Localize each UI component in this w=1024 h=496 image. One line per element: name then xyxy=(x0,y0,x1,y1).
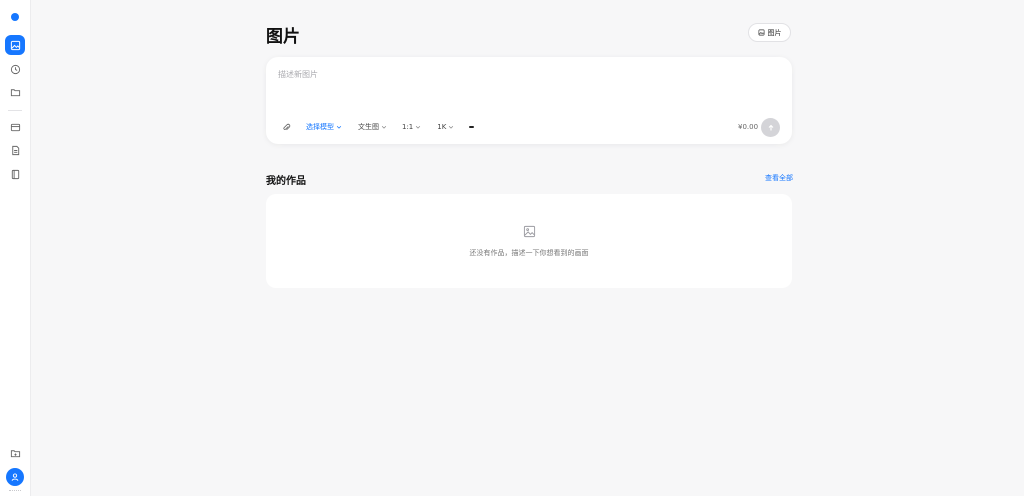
book-icon xyxy=(11,169,19,179)
page-title: 图片 xyxy=(266,27,300,47)
sidebar-item-card[interactable] xyxy=(5,117,25,137)
composer-toolbar: 选择模型 文生图 1:1 1K xyxy=(278,119,475,135)
chevron-down-icon xyxy=(381,125,387,129)
model-select-label: 选择模型 xyxy=(306,123,334,131)
sidebar-item-files[interactable] xyxy=(5,443,25,463)
image-mode-button[interactable]: 图片 xyxy=(748,23,791,42)
resolution-select[interactable]: 1K xyxy=(437,123,454,131)
user-icon xyxy=(11,473,19,481)
sidebar-item-document[interactable] xyxy=(5,140,25,160)
arrow-up-icon xyxy=(768,124,773,130)
clock-icon xyxy=(10,64,20,74)
view-all-link[interactable]: 查看全部 xyxy=(765,173,793,183)
price-label: ¥0.00 xyxy=(738,123,759,131)
sidebar-item-book[interactable] xyxy=(5,164,25,184)
sidebar-item-image[interactable] xyxy=(5,35,25,55)
sidebar-divider xyxy=(8,110,22,111)
sidebar-item-folder[interactable] xyxy=(5,82,25,102)
chevron-down-icon xyxy=(336,125,342,129)
image-mode-label: 图片 xyxy=(767,28,782,37)
empty-state-text: 还没有作品，描述一下你想看到的画面 xyxy=(469,249,589,257)
ratio-select[interactable]: 1:1 xyxy=(402,123,421,131)
works-title: 我的作品 xyxy=(266,176,306,187)
chevron-down-icon xyxy=(416,125,421,129)
model-select[interactable]: 选择模型 xyxy=(306,122,342,132)
image-icon xyxy=(758,29,764,36)
image-icon xyxy=(10,40,20,50)
mode-select-label: 文生图 xyxy=(358,123,379,131)
works-empty-state: 还没有作品，描述一下你想看到的画面 xyxy=(266,194,792,288)
send-button[interactable] xyxy=(761,118,780,137)
ratio-select-label: 1:1 xyxy=(402,123,414,131)
image-placeholder-icon xyxy=(523,225,536,238)
card-icon xyxy=(10,123,20,131)
folder-icon xyxy=(10,88,20,96)
avatar[interactable] xyxy=(6,468,24,486)
document-icon xyxy=(11,145,19,155)
attach-button[interactable] xyxy=(278,119,294,135)
resolution-select-label: 1K xyxy=(437,123,447,131)
prompt-composer: 选择模型 文生图 1:1 1K xyxy=(266,57,792,144)
quantity-control[interactable] xyxy=(469,126,475,128)
prompt-input[interactable] xyxy=(278,69,778,109)
sidebar-item-history[interactable] xyxy=(5,59,25,79)
folder-files-icon xyxy=(10,449,20,457)
sidebar-footer-handle xyxy=(9,490,21,492)
sidebar xyxy=(0,0,31,496)
mode-select[interactable]: 文生图 xyxy=(358,122,387,132)
chevron-down-icon xyxy=(449,125,454,129)
logo[interactable] xyxy=(11,13,19,21)
paperclip-icon xyxy=(282,123,290,130)
